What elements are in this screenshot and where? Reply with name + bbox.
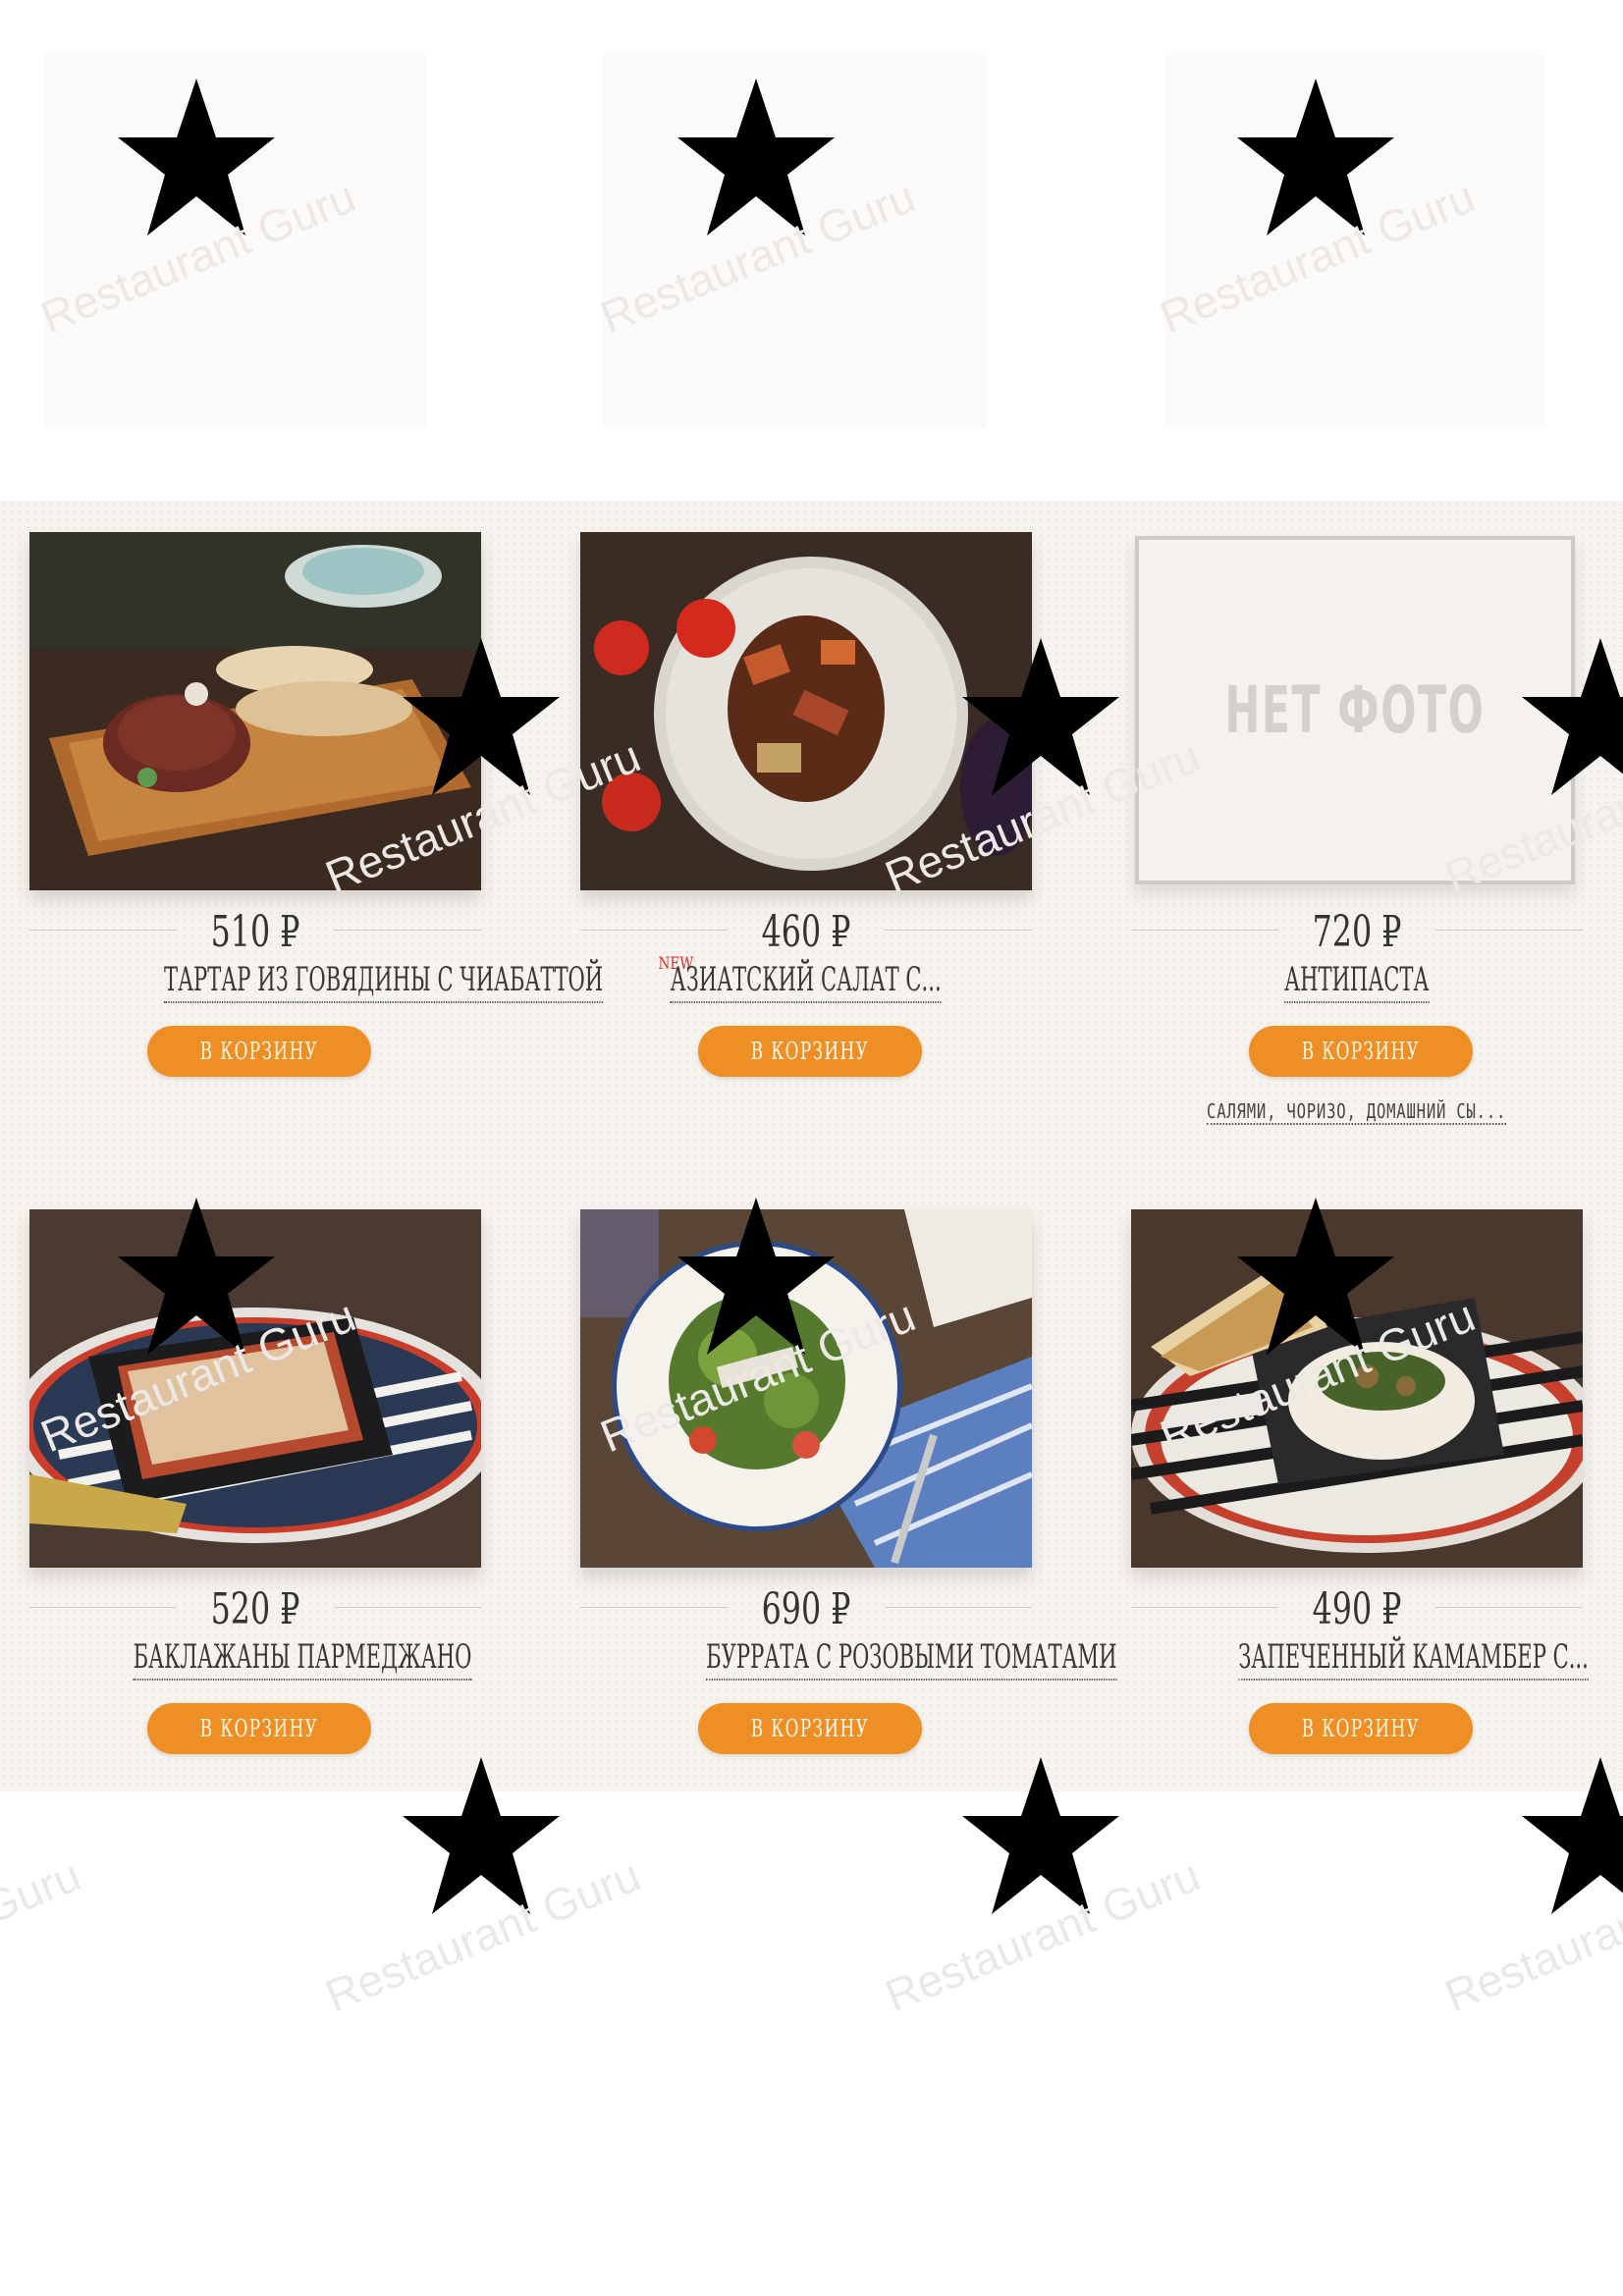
product-price: 460 ₽ [761, 907, 851, 957]
eggplant-parmigiana-photo[interactable] [29, 1209, 481, 1568]
watermark-tile [44, 54, 427, 427]
watermark-tile [1163, 54, 1546, 427]
product-price: 510 ₽ [210, 907, 300, 957]
product-name-link[interactable]: БУРРАТА С РОЗОВЫМИ ТОМАТАМИ [706, 1637, 1117, 1681]
asian-salad-photo[interactable] [580, 532, 1032, 890]
product-name-link[interactable]: БАКЛАЖАНЫ ПАРМЕДЖАНО [133, 1637, 472, 1681]
no-photo-text: НЕТ ФОТО [1224, 672, 1486, 748]
price-row: 460 ₽ [580, 907, 1032, 957]
product-price: 690 ₽ [761, 1584, 851, 1634]
no-photo-placeholder[interactable]: НЕТ ФОТО [1131, 532, 1583, 890]
price-row: 690 ₽ [580, 1584, 1032, 1634]
product-price: 720 ₽ [1312, 907, 1402, 957]
price-row: 510 ₽ [29, 907, 481, 957]
beef-tartare-photo[interactable] [29, 532, 481, 890]
product-name-link[interactable]: ТАРТАР ИЗ ГОВЯДИНЫ С ЧИАБАТТОЙ [164, 960, 604, 1003]
add-to-cart-button[interactable]: В КОРЗИНУ [698, 1703, 922, 1754]
product-price: 520 ₽ [210, 1584, 300, 1634]
add-to-cart-button[interactable]: В КОРЗИНУ [698, 1026, 922, 1077]
price-row: 490 ₽ [1131, 1584, 1583, 1634]
product-name-link[interactable]: ЗАПЕЧЕННЫЙ КАМАМБЕР С... [1238, 1637, 1589, 1681]
product-name-link[interactable]: АЗИАТСКИЙ САЛАТ С... [670, 960, 943, 1003]
price-row: 520 ₽ [29, 1584, 481, 1634]
product-name-link[interactable]: АНТИПАСТА [1284, 960, 1430, 1003]
product-price: 490 ₽ [1312, 1584, 1402, 1634]
product-grid: 510 ₽ ТАРТАР ИЗ ГОВЯДИНЫ С ЧИАБАТТОЙ В К… [0, 501, 1623, 1791]
watermark-tile [604, 54, 987, 427]
add-to-cart-button[interactable]: В КОРЗИНУ [1249, 1703, 1473, 1754]
baked-camembert-photo[interactable] [1131, 1209, 1583, 1568]
product-description[interactable]: САЛЯМИ, ЧОРИЗО, ДОМАШНИЙ СЫ... [1207, 1099, 1507, 1125]
price-row: 720 ₽ [1131, 907, 1583, 957]
add-to-cart-button[interactable]: В КОРЗИНУ [1249, 1026, 1473, 1077]
add-to-cart-button[interactable]: В КОРЗИНУ [147, 1026, 371, 1077]
top-watermark-strip [0, 0, 1623, 491]
add-to-cart-button[interactable]: В КОРЗИНУ [147, 1703, 371, 1754]
burrata-salad-photo[interactable] [580, 1209, 1032, 1568]
